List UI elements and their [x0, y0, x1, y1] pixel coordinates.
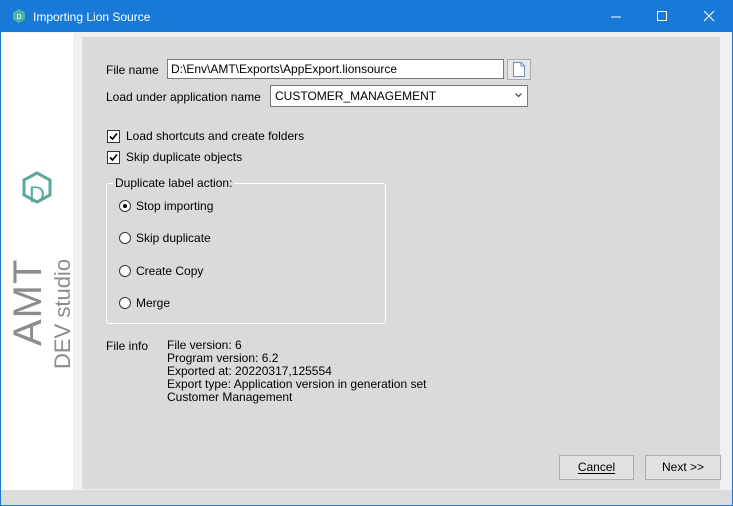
checkmark-icon [109, 153, 118, 162]
document-icon [513, 62, 525, 77]
radio-merge[interactable] [119, 297, 131, 309]
status-strip [1, 490, 732, 505]
radio-create-copy[interactable] [119, 265, 131, 277]
amt-dev-studio-logo: D AMT DEV studio [6, 171, 73, 369]
checkmark-icon [109, 132, 118, 141]
close-button[interactable] [686, 1, 732, 32]
cancel-button[interactable]: Cancel [559, 455, 634, 480]
load-shortcuts-label: Load shortcuts and create folders [126, 129, 305, 143]
application-name-text: Customer Management [167, 390, 293, 404]
logo-text: AMT [6, 259, 50, 346]
chevron-down-icon [515, 93, 522, 98]
radio-skip-duplicate[interactable] [119, 232, 131, 244]
maximize-icon [657, 11, 667, 21]
lion-app-icon: D [13, 9, 25, 23]
logo-badge-letter: D [29, 182, 45, 207]
file-info-details: File version: 6 Program version: 6.2 Exp… [167, 339, 427, 404]
cancel-button-label: Cancel [577, 460, 616, 474]
skip-duplicates-checkbox[interactable] [107, 151, 120, 164]
svg-text:D: D [16, 14, 21, 21]
wizard-content: File name D:\Env\AMT\Exports\AppExport.l… [82, 37, 721, 489]
close-icon [704, 11, 715, 22]
radio-stop-importing[interactable] [119, 200, 131, 212]
import-dialog-window: D Importing Lion Source D AMT DEV studio… [0, 0, 733, 506]
branding-sidebar: D AMT DEV studio [1, 33, 73, 490]
group-title: Duplicate label action: [113, 176, 235, 190]
app-name-value: CUSTOMER_MANAGEMENT [275, 89, 437, 103]
stop-importing-label: Stop importing [136, 199, 214, 213]
minimize-icon [611, 16, 621, 18]
minimize-button[interactable] [593, 1, 639, 32]
app-name-label: Load under application name [106, 90, 261, 104]
skip-duplicates-label: Skip duplicate objects [126, 150, 243, 164]
file-name-label: File name [106, 63, 159, 77]
file-info-label: File info [106, 339, 149, 353]
next-button[interactable]: Next >> [645, 455, 721, 480]
title-bar: D Importing Lion Source [1, 1, 732, 32]
maximize-button[interactable] [639, 1, 685, 32]
file-name-field[interactable]: D:\Env\AMT\Exports\AppExport.lionsource [167, 59, 504, 79]
window-title: Importing Lion Source [33, 10, 151, 24]
logo-subtext: DEV studio [50, 259, 73, 369]
merge-label: Merge [136, 296, 171, 310]
browse-file-button[interactable] [507, 59, 531, 80]
load-shortcuts-checkbox[interactable] [107, 130, 120, 143]
skip-duplicate-label: Skip duplicate [136, 231, 211, 245]
app-name-dropdown[interactable]: CUSTOMER_MANAGEMENT [270, 85, 528, 107]
create-copy-label: Create Copy [136, 264, 204, 278]
